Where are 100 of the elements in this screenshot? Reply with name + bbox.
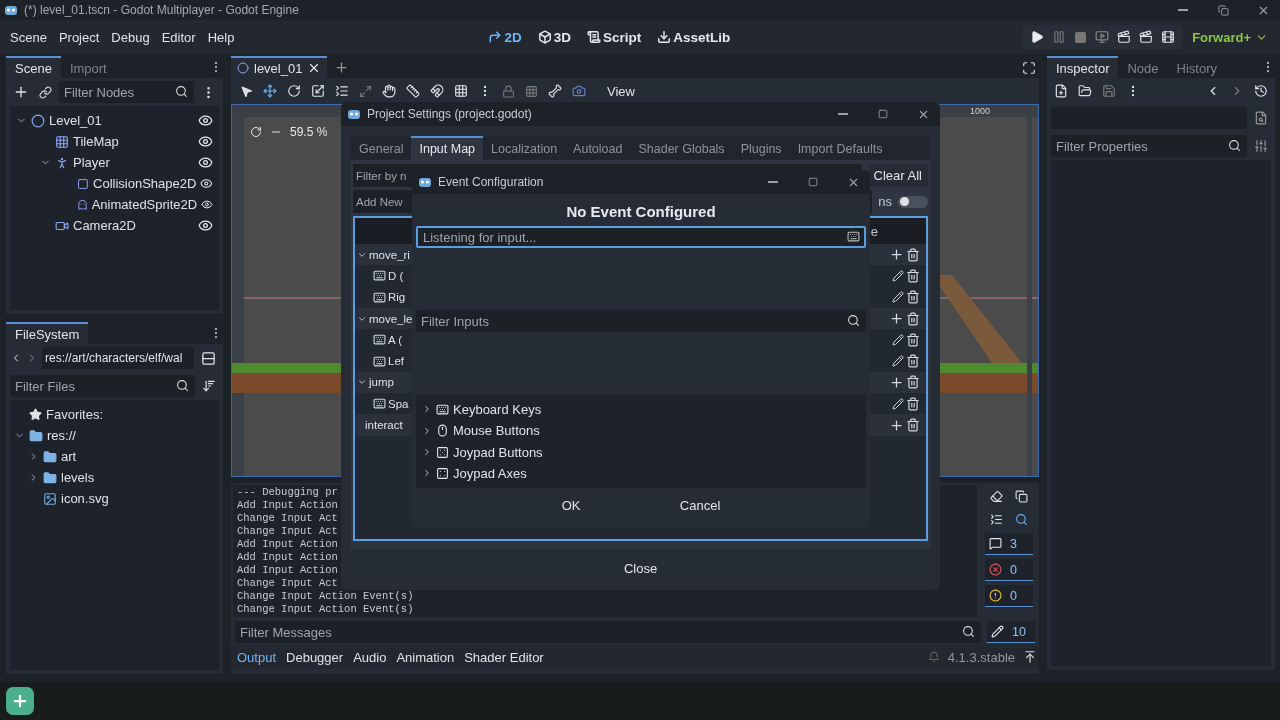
visibility-eye-icon[interactable] <box>198 113 213 128</box>
input-category[interactable]: Keyboard Keys <box>453 401 860 417</box>
bottom-panel-tab[interactable]: Audio <box>349 647 391 667</box>
copy-button[interactable] <box>1012 487 1031 506</box>
visibility-eye-icon[interactable] <box>198 218 213 233</box>
settings-tab[interactable]: General <box>351 136 412 160</box>
dock-tab[interactable]: Node <box>1118 56 1168 78</box>
chevron-right-icon[interactable] <box>422 425 432 436</box>
filter-messages-field[interactable]: Filter Messages <box>235 621 981 643</box>
add-event-icon[interactable] <box>889 247 904 263</box>
edit-icon[interactable] <box>892 333 904 346</box>
file-label[interactable]: levels <box>61 470 213 485</box>
add-event-icon[interactable] <box>889 311 904 327</box>
bottom-panel-tab[interactable]: Output <box>233 647 281 667</box>
plus-icon <box>334 60 350 75</box>
workspace-button[interactable]: Script <box>580 26 648 48</box>
toggle-label: ns <box>878 194 892 209</box>
menu-item[interactable]: Scene <box>4 25 53 49</box>
message-counter[interactable]: 0 <box>985 585 1033 607</box>
delete-icon[interactable] <box>906 332 920 347</box>
keyboard-icon <box>847 230 860 243</box>
delete-icon[interactable] <box>906 290 920 305</box>
edit-icon[interactable] <box>892 355 904 368</box>
link-icon <box>39 85 52 99</box>
chevron-right-icon[interactable] <box>422 468 432 479</box>
workspace-button[interactable]: 3D <box>531 26 577 48</box>
grid-icon <box>525 84 538 98</box>
menu-item[interactable]: Help <box>201 25 241 49</box>
filter-files-field[interactable]: Filter Files <box>10 375 195 397</box>
listen-input-field[interactable]: Listening for input... <box>416 226 866 248</box>
message-counter[interactable]: 10 <box>987 621 1035 643</box>
settings-tab[interactable]: Autoload <box>565 136 631 160</box>
bottom-panel-tab[interactable]: Animation <box>392 647 459 667</box>
message-counter[interactable]: 0 <box>985 559 1033 581</box>
workspace-button[interactable]: AssetLib <box>651 26 737 48</box>
input-category[interactable]: Joypad Buttons <box>453 444 860 460</box>
file-label[interactable]: art <box>61 449 213 464</box>
delete-icon[interactable] <box>906 247 920 262</box>
visibility-eye-icon[interactable] <box>200 176 213 191</box>
dock-tab[interactable]: History <box>1167 56 1226 78</box>
dock-tab[interactable]: Inspector <box>1047 56 1119 78</box>
dock-tab[interactable]: Scene <box>6 56 61 78</box>
file-label[interactable]: icon.svg <box>61 491 213 506</box>
workspace-button[interactable]: 2D <box>482 26 528 48</box>
node-label[interactable]: TileMap <box>73 134 194 149</box>
chevron-right-icon[interactable] <box>422 447 432 458</box>
bottom-panel-tab[interactable]: Shader Editor <box>460 647 548 667</box>
bottom-panel-tab[interactable]: Debugger <box>282 647 348 667</box>
filter-inputs-field[interactable]: Filter Inputs <box>416 310 866 333</box>
edit-icon[interactable] <box>892 291 904 304</box>
message-counter[interactable]: 3 <box>985 533 1033 555</box>
node-label[interactable]: AnimatedSprite2D <box>91 197 198 212</box>
settings-tab[interactable]: Shader Globals <box>630 136 733 160</box>
delete-icon[interactable] <box>906 268 920 283</box>
filter-properties-field[interactable]: Filter Properties <box>1051 135 1247 157</box>
node-label[interactable]: Player <box>73 155 194 170</box>
delete-icon[interactable] <box>906 354 920 369</box>
add-event-icon[interactable] <box>889 417 904 433</box>
toggle-switch[interactable] <box>898 195 928 208</box>
visibility-eye-icon[interactable] <box>201 197 213 212</box>
filter-nodes-field[interactable]: Filter Nodes <box>59 81 194 103</box>
delete-icon[interactable] <box>906 375 920 390</box>
file-label[interactable]: Favorites: <box>46 407 213 422</box>
edit-icon[interactable] <box>892 397 904 410</box>
zoom-level[interactable]: 59.5 % <box>290 125 328 139</box>
reset-view-icon[interactable] <box>250 126 262 138</box>
delete-icon[interactable] <box>906 311 920 326</box>
dock-tab[interactable]: FileSystem <box>6 322 89 344</box>
settings-tab[interactable]: Input Map <box>411 136 484 160</box>
node-label[interactable]: Level_01 <box>49 113 194 128</box>
visibility-eye-icon[interactable] <box>198 134 213 149</box>
menu-item[interactable]: Editor <box>155 25 202 49</box>
chevron-right-icon[interactable] <box>422 404 432 415</box>
view-menu-button[interactable]: View <box>601 82 641 100</box>
menu-item[interactable]: Project <box>52 25 106 49</box>
renderer-dropdown[interactable]: Forward+ <box>1186 28 1274 46</box>
menu-item[interactable]: Debug <box>105 25 156 49</box>
app-icon[interactable] <box>6 687 34 715</box>
clear-all-button[interactable]: Clear All <box>867 164 928 187</box>
plus-icon <box>11 692 29 710</box>
bell-icon[interactable] <box>927 651 940 663</box>
edit-icon[interactable] <box>892 269 904 282</box>
dock-tab[interactable]: Import <box>60 56 116 78</box>
path-field[interactable]: res://art/characters/elf/wal <box>42 347 194 369</box>
input-category[interactable]: Mouse Buttons <box>453 423 860 439</box>
film-icon <box>1161 30 1176 44</box>
settings-tab[interactable]: Import Defaults <box>789 136 891 160</box>
delete-icon[interactable] <box>906 396 920 411</box>
node-label[interactable]: Camera2D <box>73 218 194 233</box>
delete-icon[interactable] <box>906 418 920 432</box>
add-event-icon[interactable] <box>889 374 904 390</box>
input-category[interactable]: Joypad Axes <box>453 465 860 481</box>
log-line: Add Input Action <box>237 538 338 551</box>
editor-tab[interactable]: level_01 <box>231 56 328 78</box>
node-label[interactable]: CollisionShape2D <box>93 176 197 191</box>
file-label[interactable]: res:// <box>47 428 213 443</box>
expand-panel-icon[interactable] <box>1023 650 1037 664</box>
settings-tab[interactable]: Localization <box>483 136 566 160</box>
settings-tab[interactable]: Plugins <box>732 136 790 160</box>
visibility-eye-icon[interactable] <box>198 155 213 170</box>
